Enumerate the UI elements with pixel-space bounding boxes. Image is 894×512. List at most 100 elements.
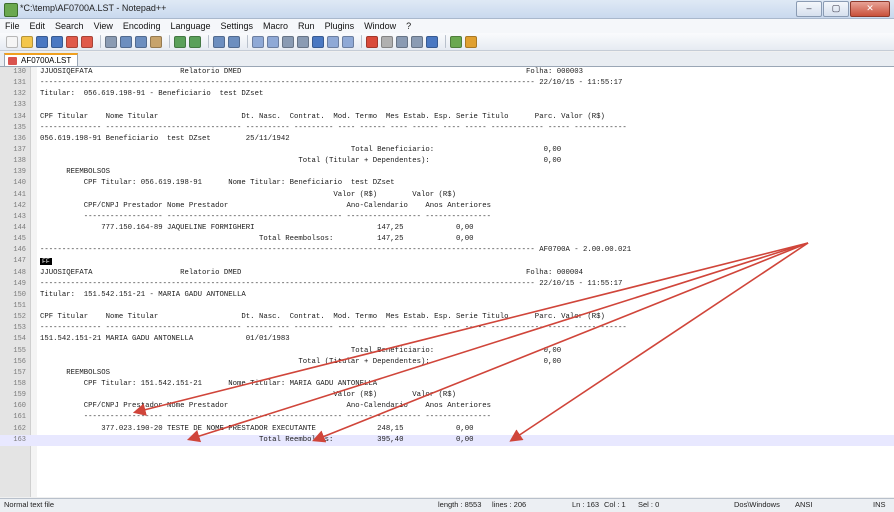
paste-icon[interactable]	[150, 35, 162, 48]
menu-encoding[interactable]: Encoding	[118, 21, 166, 31]
run-macro-icon[interactable]	[411, 35, 423, 48]
zoom-out-icon[interactable]	[267, 35, 279, 48]
function-list-icon[interactable]	[465, 35, 477, 48]
editor-line[interactable]: 135 -------------- ----------------------…	[0, 123, 894, 134]
line-number: 155	[13, 346, 26, 355]
editor-line[interactable]: 153 -------------- ----------------------…	[0, 323, 894, 334]
line-text: 777.150.164-89 JAQUELINE FORMIGHERI 147,…	[40, 223, 474, 232]
editor-line[interactable]: 158 CPF Titular: 151.542.151-21 Nome Tit…	[0, 379, 894, 390]
status-bar: Normal text file length : 8553 lines : 2…	[0, 498, 894, 512]
editor-line[interactable]: 133	[0, 100, 894, 111]
print-icon[interactable]	[105, 35, 117, 48]
menu-plugins[interactable]: Plugins	[320, 21, 360, 31]
editor-line[interactable]: 155 Total Beneficiario: 0,00	[0, 346, 894, 357]
editor-line[interactable]: 159 Valor (R$) Valor (R$)	[0, 390, 894, 401]
line-count: lines : 206	[492, 500, 527, 509]
line-text: CPF Titular: 151.542.151-21 Nome Titular…	[40, 379, 378, 388]
line-number: 147	[13, 257, 26, 266]
window-controls: – ▢ ✕	[796, 1, 890, 17]
zoom-in-icon[interactable]	[252, 35, 264, 48]
editor-line[interactable]: 145 Total Reembolsos: 147,25 0,00	[0, 234, 894, 245]
title-bar: *C:\temp\AF0700A.LST - Notepad++ – ▢ ✕	[0, 0, 894, 19]
tab-bar: AF0700A.LST	[0, 52, 894, 67]
editor-line[interactable]: 151	[0, 301, 894, 312]
maximize-button[interactable]: ▢	[823, 1, 849, 17]
save-icon[interactable]	[36, 35, 48, 48]
menu-run[interactable]: Run	[293, 21, 320, 31]
save-macro-icon[interactable]	[426, 35, 438, 48]
all-chars-icon[interactable]	[327, 35, 339, 48]
menu-help[interactable]: ?	[401, 21, 416, 31]
editor-line[interactable]: 149 -------------------------------------…	[0, 279, 894, 290]
close-icon[interactable]	[66, 35, 78, 48]
close-button[interactable]: ✕	[850, 1, 890, 17]
indent-guide-icon[interactable]	[342, 35, 354, 48]
cut-icon[interactable]	[120, 35, 132, 48]
menu-window[interactable]: Window	[359, 21, 401, 31]
line-text: Total Beneficiario: 0,00	[40, 346, 562, 355]
line-number: 144	[13, 223, 26, 232]
editor-line[interactable]: 154 151.542.151-21 MARIA GADU ANTONELLA 0…	[0, 334, 894, 345]
editor-line[interactable]: 134 CPF Titular Nome Titular Dt. Nasc. Co…	[0, 112, 894, 123]
menu-language[interactable]: Language	[165, 21, 215, 31]
editor-line[interactable]: 136 056.619.198-91 Beneficiario test DZse…	[0, 134, 894, 145]
editor-line[interactable]: 157 REEMBOLSOS	[0, 368, 894, 379]
menu-file[interactable]: File	[0, 21, 25, 31]
editor-line[interactable]: 130 JJUOSIQEFATA Relatorio DMED Folha: 00…	[0, 67, 894, 78]
word-wrap-icon[interactable]	[312, 35, 324, 48]
editor-line[interactable]: 131 -------------------------------------…	[0, 78, 894, 89]
toolbar-separator	[100, 35, 101, 48]
copy-icon[interactable]	[135, 35, 147, 48]
minimize-button[interactable]: –	[796, 1, 822, 17]
editor-line[interactable]: 144 777.150.164-89 JAQUELINE FORMIGHERI …	[0, 223, 894, 234]
line-text: ----------------------------------------…	[40, 79, 623, 88]
editor-line[interactable]: 138 Total (Titular + Dependentes): 0,00	[0, 156, 894, 167]
editor-line[interactable]: 142 CPF/CNPJ Prestador Nome Prestador An…	[0, 201, 894, 212]
editor-line[interactable]: 140 CPF Titular: 056.619.198-91 Nome Tit…	[0, 178, 894, 189]
editor-line[interactable]: 132 Titular: 056.619.198-91 - Beneficiari…	[0, 89, 894, 100]
line-text: Total Reembolsos: 395,40 0,00	[40, 435, 474, 444]
redo-icon[interactable]	[189, 35, 201, 48]
editor-line[interactable]: 161 ------------------ -----------------…	[0, 412, 894, 423]
line-number: 159	[13, 391, 26, 400]
open-file-icon[interactable]	[21, 35, 33, 48]
editor-line[interactable]: 162 377.023.190-20 TESTE DE NOME PRESTAD…	[0, 424, 894, 435]
new-file-icon[interactable]	[6, 35, 18, 48]
toolbar-separator	[445, 35, 446, 48]
menu-search[interactable]: Search	[50, 21, 89, 31]
eol-format[interactable]: Dos\Windows	[734, 500, 780, 509]
record-macro-icon[interactable]	[366, 35, 378, 48]
editor-line[interactable]: 163 Total Reembolsos: 395,40 0,00	[0, 434, 894, 446]
editor-line[interactable]: 148 JJUOSIQEFATA Relatorio DMED Folha: 00…	[0, 268, 894, 279]
tab-af0700a[interactable]: AF0700A.LST	[4, 53, 79, 66]
menu-settings[interactable]: Settings	[216, 21, 259, 31]
line-number: 142	[13, 201, 26, 210]
menu-macro[interactable]: Macro	[258, 21, 293, 31]
editor-line[interactable]: 139 REEMBOLSOS	[0, 167, 894, 178]
encoding[interactable]: ANSI	[795, 500, 813, 509]
line-text: ------------------ ---------------------…	[40, 413, 492, 422]
line-number: 148	[13, 268, 26, 277]
editor-line[interactable]: 150 Titular: 151.542.151-21 - MARIA GADU …	[0, 290, 894, 301]
editor-line[interactable]: 143 ------------------ -----------------…	[0, 212, 894, 223]
editor-line[interactable]: 137 Total Beneficiario: 0,00	[0, 145, 894, 156]
sync-h-icon[interactable]	[297, 35, 309, 48]
menu-view[interactable]: View	[89, 21, 118, 31]
stop-macro-icon[interactable]	[381, 35, 393, 48]
find-icon[interactable]	[213, 35, 225, 48]
menu-edit[interactable]: Edit	[25, 21, 51, 31]
close-all-icon[interactable]	[81, 35, 93, 48]
text-editor[interactable]: 130 JJUOSIQEFATA Relatorio DMED Folha: 00…	[0, 67, 894, 497]
replace-icon[interactable]	[228, 35, 240, 48]
save-all-icon[interactable]	[51, 35, 63, 48]
editor-line[interactable]: 146 -------------------------------------…	[0, 245, 894, 256]
editor-line[interactable]: 147 FF	[0, 256, 894, 267]
editor-line[interactable]: 160 CPF/CNPJ Prestador Nome Prestador An…	[0, 401, 894, 412]
play-macro-icon[interactable]	[396, 35, 408, 48]
editor-line[interactable]: 141 Valor (R$) Valor (R$)	[0, 190, 894, 201]
spellcheck-icon[interactable]	[450, 35, 462, 48]
editor-line[interactable]: 156 Total (Titular + Dependentes): 0,00	[0, 357, 894, 368]
sync-v-icon[interactable]	[282, 35, 294, 48]
undo-icon[interactable]	[174, 35, 186, 48]
editor-line[interactable]: 152 CPF Titular Nome Titular Dt. Nasc. Co…	[0, 312, 894, 323]
